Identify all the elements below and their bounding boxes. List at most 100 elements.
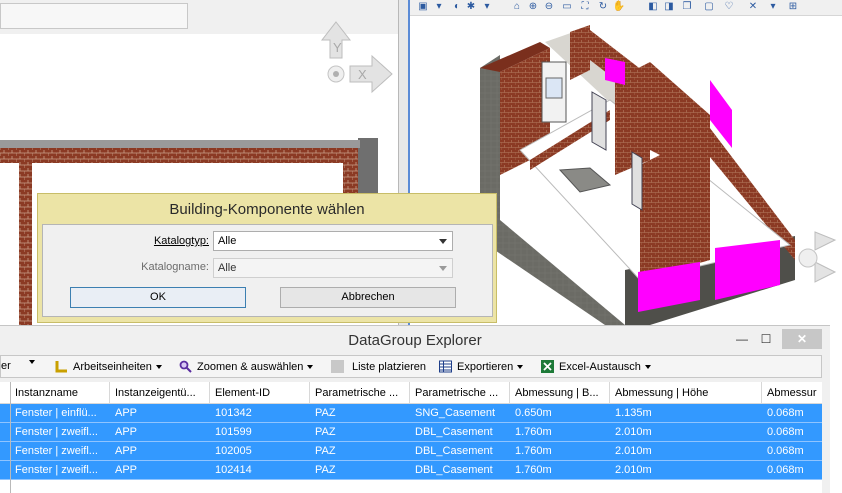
view-cube-x-label: X	[358, 67, 367, 82]
maximize-icon[interactable]: ☐	[752, 329, 780, 349]
cell-depth: 0.068m	[767, 464, 804, 476]
cell-instanzname: Fenster | zweifl...	[15, 464, 98, 476]
liste-platzieren-button[interactable]: Liste platzieren	[331, 360, 426, 373]
column-header[interactable]: Abmessur	[762, 382, 822, 404]
view-rotate-arrows-icon[interactable]	[798, 231, 837, 283]
cancel-button-label: Abbrechen	[341, 291, 395, 303]
table-row[interactable]: Fenster | zweifl... APP 101599 PAZ DBL_C…	[0, 423, 822, 442]
chevron-down-icon	[307, 364, 314, 369]
cell-depth: 0.068m	[767, 426, 804, 438]
building-component-dialog: Building-Komponente wählen Katalogtyp: A…	[37, 193, 497, 323]
exportieren-label: Exportieren	[457, 360, 514, 373]
column-header[interactable]: Element-ID	[210, 382, 310, 404]
arbeitseinheiten-label: Arbeitseinheiten	[73, 360, 152, 373]
katalogtyp-select[interactable]: Alle	[213, 231, 453, 251]
column-header[interactable]: Parametrische ...	[310, 382, 410, 404]
view-cube-icon[interactable]: Y X	[320, 21, 393, 94]
ok-button-label: OK	[150, 291, 166, 303]
column-header[interactable]: Instanzname	[10, 382, 110, 404]
cell-height: 2.010m	[615, 426, 652, 438]
column-header[interactable]: Parametrische ...	[410, 382, 510, 404]
exportieren-button[interactable]: Exportieren	[439, 360, 524, 373]
grid-row-selector-border	[10, 382, 11, 493]
toolbar-truncated-label: er	[1, 360, 11, 372]
wall-right	[343, 148, 358, 198]
cell-height: 2.010m	[615, 445, 652, 457]
table-row[interactable]: Fenster | einflü... APP 101342 PAZ SNG_C…	[0, 404, 822, 423]
cell-param-1: PAZ	[315, 407, 336, 419]
place-list-icon	[331, 360, 344, 373]
cell-param-1: PAZ	[315, 426, 336, 438]
cell-element-id: 102005	[215, 445, 252, 457]
chevron-down-icon	[29, 360, 35, 364]
cell-width: 1.760m	[515, 445, 552, 457]
wall-side	[358, 138, 378, 198]
cell-instanzname: Fenster | zweifl...	[15, 445, 98, 457]
cell-element-id: 102414	[215, 464, 252, 476]
toolbar-dropdown[interactable]	[25, 360, 35, 364]
excel-austausch-label: Excel-Austausch	[559, 360, 641, 373]
excel-icon	[541, 360, 554, 373]
katalogname-label: Katalogname:	[141, 261, 209, 273]
explorer-toolbar: er Arbeitseinheiten Zoomen & auswählen L…	[0, 355, 822, 378]
cell-owner: APP	[115, 464, 138, 476]
wall-top	[0, 148, 358, 163]
wall-cap	[0, 140, 360, 148]
view-cube-y-label: Y	[333, 40, 342, 55]
cell-depth: 0.068m	[767, 445, 804, 457]
data-grid: Instanzname Instanzeigentü... Element-ID…	[0, 382, 822, 493]
units-icon	[55, 361, 67, 373]
table-row[interactable]: Fenster | zweifl... APP 102414 PAZ DBL_C…	[0, 461, 822, 480]
liste-platzieren-label: Liste platzieren	[352, 360, 426, 373]
column-header[interactable]: Abmessung | Höhe	[610, 382, 762, 404]
cell-param-2: DBL_Casement	[415, 445, 493, 457]
cell-width: 0.650m	[515, 407, 552, 419]
cell-depth: 0.068m	[767, 407, 804, 419]
toolbar-truncated-item[interactable]: er	[1, 360, 11, 372]
katalogname-select[interactable]: Alle	[213, 258, 453, 278]
arbeitseinheiten-button[interactable]: Arbeitseinheiten	[55, 360, 162, 373]
cell-instanzname: Fenster | einflü...	[15, 407, 97, 419]
cell-owner: APP	[115, 445, 138, 457]
cell-instanzname: Fenster | zweifl...	[15, 426, 98, 438]
window-edge	[830, 325, 842, 493]
grid-header-row: Instanzname Instanzeigentü... Element-ID…	[0, 382, 822, 404]
column-header[interactable]: Abmessung | B...	[510, 382, 610, 404]
chevron-down-icon	[439, 266, 447, 271]
cell-param-1: PAZ	[315, 464, 336, 476]
katalogname-value: Alle	[218, 262, 237, 274]
cell-param-2: SNG_Casement	[415, 407, 496, 419]
katalogtyp-value: Alle	[218, 235, 237, 247]
dialog-title: Building-Komponente wählen	[169, 201, 365, 218]
export-icon	[439, 360, 452, 373]
chevron-down-icon	[155, 364, 162, 369]
cell-width: 1.760m	[515, 426, 552, 438]
excel-austausch-button[interactable]: Excel-Austausch	[541, 360, 651, 373]
close-icon[interactable]: ✕	[782, 329, 822, 349]
cell-element-id: 101599	[215, 426, 252, 438]
katalogtyp-label: Katalogtyp:	[153, 235, 209, 247]
cell-element-id: 101342	[215, 407, 252, 419]
cell-owner: APP	[115, 426, 138, 438]
column-header[interactable]: Instanzeigentü...	[110, 382, 210, 404]
explorer-title: DataGroup Explorer	[348, 332, 482, 349]
cancel-button[interactable]: Abbrechen	[280, 287, 456, 308]
datagroup-explorer: DataGroup Explorer — ☐ ✕ er Arbeitseinhe…	[0, 325, 830, 493]
cell-owner: APP	[115, 407, 138, 419]
zoomen-label: Zoomen & auswählen	[197, 360, 304, 373]
chevron-down-icon	[439, 239, 447, 244]
cell-param-1: PAZ	[315, 445, 336, 457]
dialog-body: Katalogtyp: Alle Katalogname: Alle OK Ab…	[42, 224, 493, 317]
zoomen-button[interactable]: Zoomen & auswählen	[179, 360, 314, 373]
cell-param-2: DBL_Casement	[415, 464, 493, 476]
cell-param-2: DBL_Casement	[415, 426, 493, 438]
cell-width: 1.760m	[515, 464, 552, 476]
cell-height: 1.135m	[615, 407, 652, 419]
wall-left	[19, 163, 32, 325]
chevron-down-icon	[517, 364, 524, 369]
zoom-icon	[179, 360, 192, 373]
table-row[interactable]: Fenster | zweifl... APP 102005 PAZ DBL_C…	[0, 442, 822, 461]
chevron-down-icon	[644, 364, 651, 369]
cell-height: 2.010m	[615, 464, 652, 476]
ok-button[interactable]: OK	[70, 287, 246, 308]
